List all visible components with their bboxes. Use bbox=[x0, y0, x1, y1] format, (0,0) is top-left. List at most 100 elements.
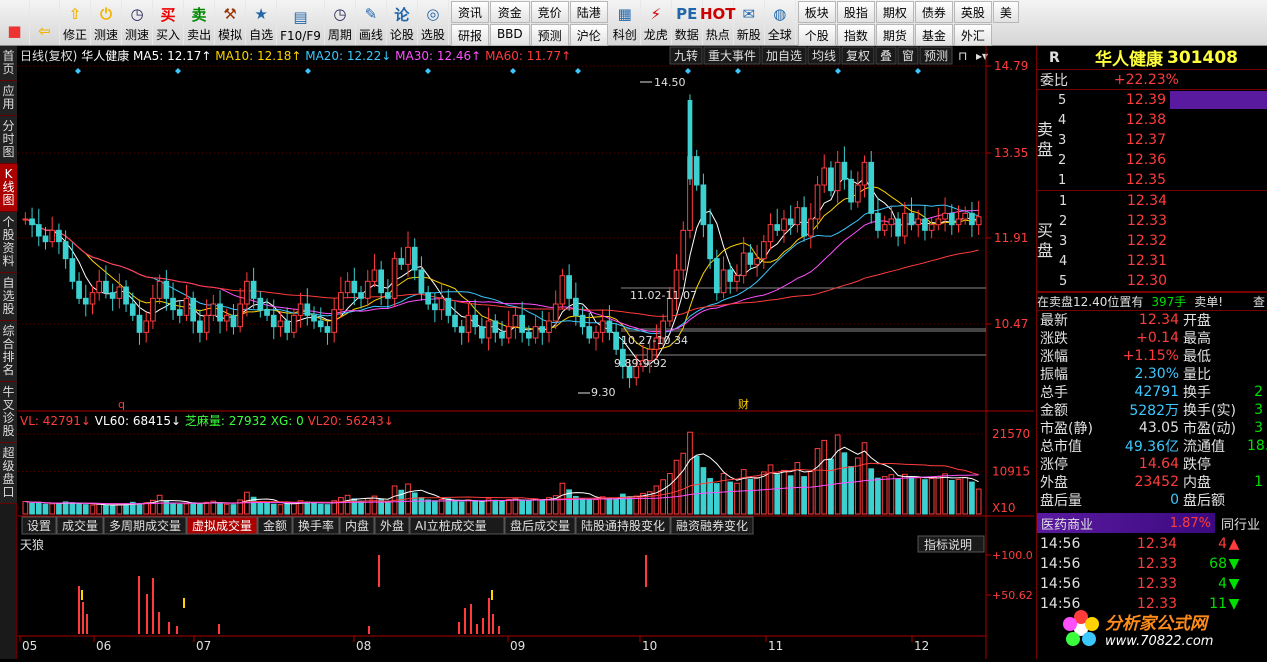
volume-bar[interactable] bbox=[962, 476, 969, 515]
volume-bar[interactable] bbox=[344, 494, 351, 515]
sell-button[interactable]: 卖卖出 bbox=[184, 0, 216, 45]
toolbar-small-button[interactable]: 基金 bbox=[914, 24, 953, 46]
big-order-notice[interactable]: 在卖盘12.40位置有 397手 卖单! 查 bbox=[1037, 292, 1267, 311]
toolbar-small-button[interactable]: 个股 bbox=[797, 24, 836, 46]
pe-button[interactable]: PE 数据 bbox=[672, 0, 703, 45]
leftbar-tab[interactable]: 综合排名 bbox=[0, 321, 17, 382]
volume-bar[interactable] bbox=[82, 504, 89, 515]
volume-bar[interactable] bbox=[707, 478, 713, 515]
volume-bar[interactable] bbox=[311, 502, 317, 515]
pencil-button[interactable]: ✎ 画线 bbox=[356, 0, 387, 45]
volume-bar[interactable] bbox=[700, 467, 707, 515]
power-button[interactable]: ⏻ 测速 bbox=[91, 0, 123, 45]
order-level[interactable]: 5 12.39 bbox=[1056, 90, 1267, 110]
volume-bar[interactable] bbox=[304, 501, 311, 515]
volume-bar[interactable] bbox=[720, 472, 727, 515]
volume-bar[interactable] bbox=[257, 501, 264, 515]
volume-bar[interactable] bbox=[197, 502, 203, 515]
volume-bar[interactable] bbox=[801, 476, 807, 515]
clock-button[interactable]: ◷ 测速 bbox=[122, 0, 154, 45]
volume-bar[interactable] bbox=[687, 431, 693, 515]
leftbar-tab[interactable]: K线图 bbox=[0, 164, 17, 212]
toolbar-small-button[interactable]: 英股 bbox=[953, 1, 992, 23]
volume-bar[interactable] bbox=[277, 504, 284, 515]
clock-button[interactable]: ◷ 周期 bbox=[325, 0, 356, 45]
toolbar-small-button[interactable]: 外汇 bbox=[953, 24, 992, 46]
toolbar-small-button[interactable]: 期货 bbox=[875, 24, 914, 46]
volume-bar[interactable] bbox=[901, 473, 908, 515]
volume-bar[interactable] bbox=[223, 503, 230, 515]
f10-button[interactable]: ▤ F10/F9 bbox=[277, 0, 325, 45]
leftbar-tab[interactable]: 应用 bbox=[0, 81, 17, 116]
volume-bar[interactable] bbox=[190, 502, 197, 515]
notice-more-link[interactable]: 查 bbox=[1253, 293, 1267, 310]
candle[interactable] bbox=[391, 251, 398, 307]
kline-chart-svg[interactable]: 日线(复权) 华人健康 MA5: 12.17↑ MA10: 12.18↑ MA2… bbox=[18, 46, 1034, 659]
volume-bar[interactable] bbox=[673, 459, 680, 515]
volume-bar[interactable] bbox=[385, 500, 391, 515]
globe-button[interactable]: ◍ 全球 bbox=[765, 0, 796, 45]
up-arrow-button[interactable]: ⇧ 修正 bbox=[60, 0, 92, 45]
order-level[interactable]: 4 12.31 bbox=[1057, 251, 1267, 271]
volume-bar[interactable] bbox=[861, 442, 868, 515]
volume-bar[interactable] bbox=[264, 502, 270, 515]
new-button[interactable]: ✉ 新股 bbox=[734, 0, 765, 45]
industry-bar[interactable]: 医药商业 1.87% bbox=[1037, 513, 1215, 533]
volume-bar[interactable] bbox=[432, 500, 438, 515]
volume-bar[interactable] bbox=[908, 476, 915, 515]
order-level[interactable]: 2 12.36 bbox=[1056, 150, 1267, 170]
buy-button[interactable]: 买买入 bbox=[153, 0, 185, 45]
volume-bar[interactable] bbox=[922, 479, 928, 515]
volume-bar[interactable] bbox=[740, 469, 747, 515]
volume-bar[interactable] bbox=[915, 477, 922, 515]
candle[interactable] bbox=[868, 151, 875, 224]
volume-bar[interactable] bbox=[324, 504, 331, 515]
volume-bar[interactable] bbox=[35, 501, 42, 515]
volume-bar[interactable] bbox=[338, 497, 344, 515]
volume-bar[interactable] bbox=[848, 465, 854, 515]
hot-button[interactable]: HOT 热点 bbox=[700, 0, 736, 45]
volume-bar[interactable] bbox=[143, 502, 150, 515]
volume-bar[interactable] bbox=[727, 481, 734, 515]
hammer-button[interactable]: ⚒ 模拟 bbox=[215, 0, 247, 45]
volume-bar[interactable] bbox=[505, 499, 512, 515]
leftbar-tab[interactable]: 首页 bbox=[0, 46, 17, 81]
toolbar-small-button[interactable]: 资讯 bbox=[450, 1, 489, 23]
volume-bar[interactable] bbox=[606, 497, 613, 515]
volume-bar[interactable] bbox=[814, 448, 821, 515]
volume-bar[interactable] bbox=[458, 501, 465, 515]
volume-bar[interactable] bbox=[821, 439, 828, 515]
leftbar-tab[interactable]: 自选股 bbox=[0, 273, 17, 321]
volume-bar[interactable] bbox=[828, 458, 834, 515]
volume-bar[interactable] bbox=[96, 503, 103, 515]
volume-bar[interactable] bbox=[69, 502, 76, 515]
toolbar-small-button[interactable]: BBD bbox=[489, 24, 530, 46]
tiger-button[interactable]: ⚡ 龙虎 bbox=[641, 0, 672, 45]
leftbar-tab[interactable]: 个股资料 bbox=[0, 212, 17, 273]
star-button[interactable]: ★ 自选 bbox=[246, 0, 278, 45]
volume-bar[interactable] bbox=[713, 483, 720, 515]
volume-bar[interactable] bbox=[116, 504, 123, 515]
industry-tab[interactable]: 同行业 bbox=[1221, 514, 1260, 533]
volume-bar[interactable] bbox=[425, 499, 432, 515]
kline-chart-area[interactable]: 日线(复权) 华人健康 MA5: 12.17↑ MA10: 12.18↑ MA2… bbox=[18, 46, 1034, 659]
order-level[interactable]: 4 12.38 bbox=[1056, 110, 1267, 130]
volume-bar[interactable] bbox=[969, 481, 975, 515]
volume-bar[interactable] bbox=[317, 503, 324, 515]
volume-bar[interactable] bbox=[479, 501, 485, 515]
volume-bar[interactable] bbox=[747, 478, 754, 515]
toolbar-small-button[interactable]: 美 bbox=[992, 1, 1019, 23]
leftbar-tab[interactable]: 分时图 bbox=[0, 116, 17, 164]
event-marker[interactable]: 财 bbox=[738, 397, 749, 411]
toolbar-small-button[interactable]: 债券 bbox=[914, 1, 953, 23]
volume-bar[interactable] bbox=[734, 482, 740, 515]
volume-bar[interactable] bbox=[156, 494, 163, 515]
order-level[interactable]: 5 12.30 bbox=[1057, 271, 1267, 291]
volume-bar[interactable] bbox=[465, 499, 472, 515]
volume-bar[interactable] bbox=[807, 471, 814, 515]
volume-bar[interactable] bbox=[928, 478, 935, 515]
volume-bar[interactable] bbox=[284, 503, 291, 515]
volume-bar[interactable] bbox=[881, 476, 888, 515]
volume-bar[interactable] bbox=[136, 502, 143, 515]
volume-bar[interactable] bbox=[103, 504, 109, 515]
